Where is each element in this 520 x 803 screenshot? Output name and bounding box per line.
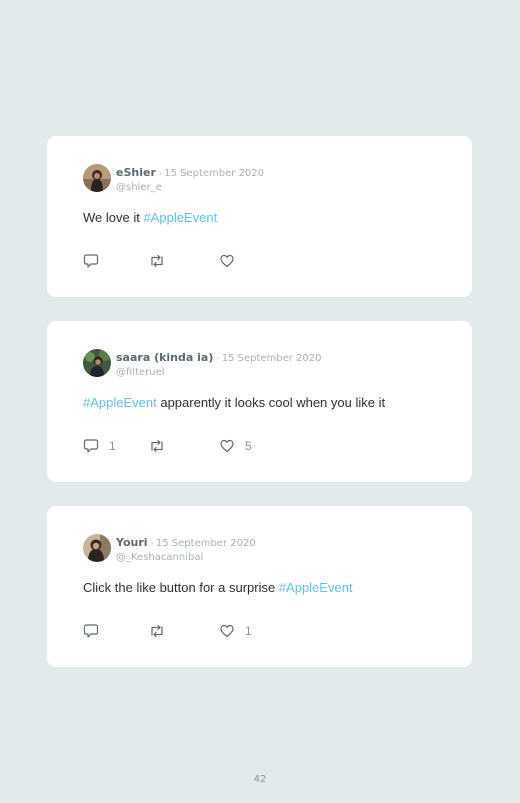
author-name[interactable]: eShier	[116, 166, 156, 179]
tweet-card: Youri · 15 September 2020 @_Keshacannibal …	[47, 506, 472, 667]
tweet-date[interactable]: 15 September 2020	[156, 538, 256, 549]
reply-icon	[83, 624, 99, 638]
tweet-header: eShier · 15 September 2020 @shier_e	[116, 165, 264, 194]
reply-count: 1	[109, 439, 116, 453]
tweet-card: saara (kinda ia) · 15 September 2020 @filt…	[47, 321, 472, 482]
hashtag-link[interactable]: #AppleEvent	[143, 210, 217, 225]
tweet-text-after: apparently it looks cool when you like i…	[156, 395, 386, 410]
author-name[interactable]: saara (kinda ia)	[116, 351, 213, 364]
retweet-button[interactable]	[149, 253, 175, 269]
heart-icon	[220, 439, 234, 453]
retweet-icon	[151, 439, 163, 453]
reply-icon	[83, 254, 99, 268]
heart-icon	[220, 254, 234, 268]
author-handle[interactable]: @filteruel	[116, 366, 322, 379]
separator-dot: ·	[150, 538, 154, 549]
tweet-text: Click the like button for a surprise #Ap…	[83, 580, 353, 595]
tweet-date[interactable]: 15 September 2020	[164, 168, 264, 179]
like-button[interactable]: 1	[219, 623, 252, 639]
avatar[interactable]	[83, 534, 111, 562]
tweet-text-before: Click the like button for a surprise	[83, 580, 279, 595]
reply-icon	[83, 439, 99, 453]
separator-dot: ·	[158, 168, 163, 179]
like-button[interactable]	[219, 253, 245, 269]
hashtag-link[interactable]: #AppleEvent	[83, 395, 157, 410]
like-count: 5	[245, 439, 252, 453]
page-number: 42	[253, 774, 267, 785]
separator-dot: ·	[216, 353, 220, 364]
tweet-header: Youri · 15 September 2020 @_Keshacannibal	[116, 535, 256, 564]
tweet-card: eShier · 15 September 2020 @shier_e We lov…	[47, 136, 472, 297]
retweet-button[interactable]	[149, 438, 175, 454]
tweet-text: We love it #AppleEvent	[83, 210, 217, 225]
reply-button[interactable]	[83, 623, 109, 639]
hashtag-link[interactable]: #AppleEvent	[279, 580, 353, 595]
retweet-icon	[151, 624, 163, 638]
avatar[interactable]	[83, 164, 111, 192]
tweet-date[interactable]: 15 September 2020	[222, 353, 322, 364]
retweet-icon	[151, 254, 163, 268]
avatar[interactable]	[83, 349, 111, 377]
like-count: 1	[245, 624, 252, 638]
retweet-button[interactable]	[149, 623, 175, 639]
reply-button[interactable]: 1	[83, 438, 116, 454]
reply-button[interactable]	[83, 253, 109, 269]
author-name[interactable]: Youri	[116, 536, 148, 549]
tweet-text: #AppleEvent apparently it looks cool whe…	[83, 395, 385, 410]
tweet-header: saara (kinda ia) · 15 September 2020 @filt…	[116, 350, 322, 379]
heart-icon	[220, 624, 234, 638]
tweet-text-before: We love it	[83, 210, 144, 225]
author-handle[interactable]: @_Keshacannibal	[116, 551, 256, 564]
like-button[interactable]: 5	[219, 438, 252, 454]
author-handle[interactable]: @shier_e	[116, 181, 264, 194]
